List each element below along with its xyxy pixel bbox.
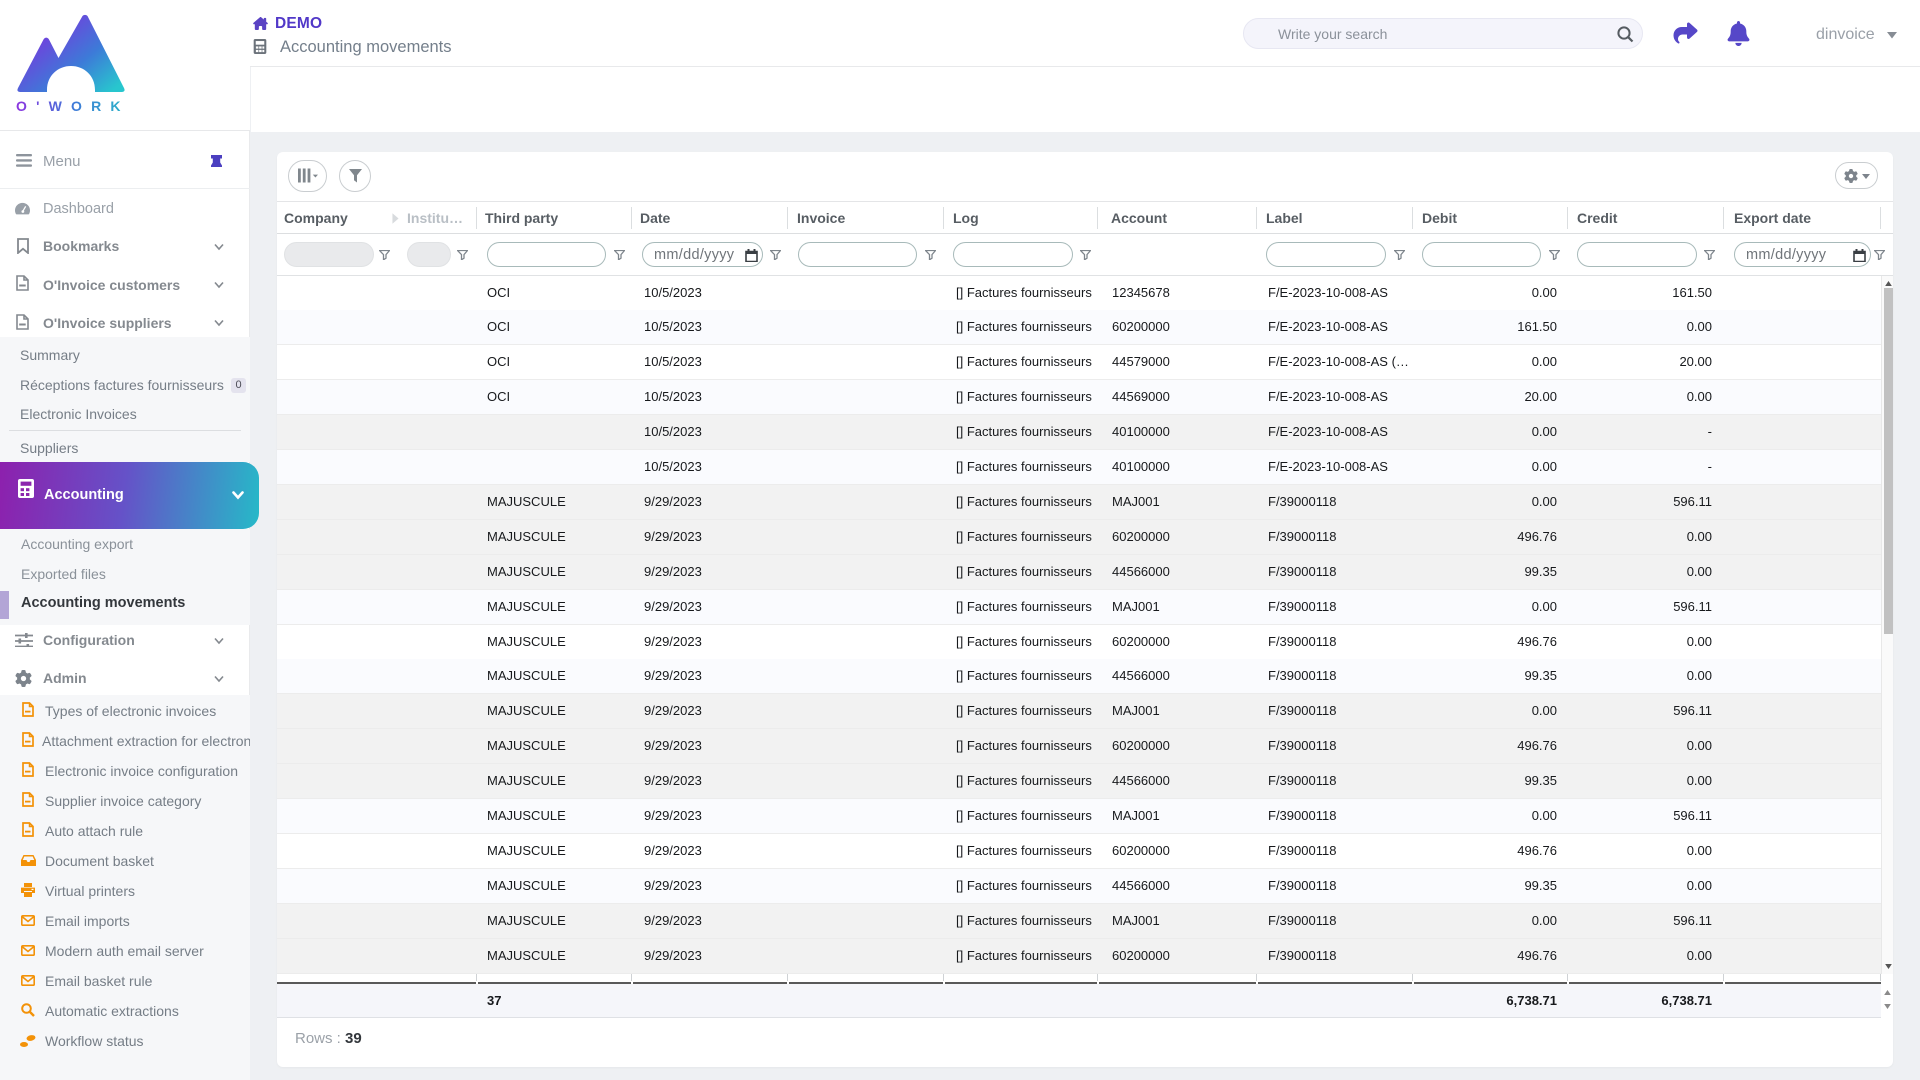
- svg-text:O'WORK: O'WORK: [16, 98, 126, 114]
